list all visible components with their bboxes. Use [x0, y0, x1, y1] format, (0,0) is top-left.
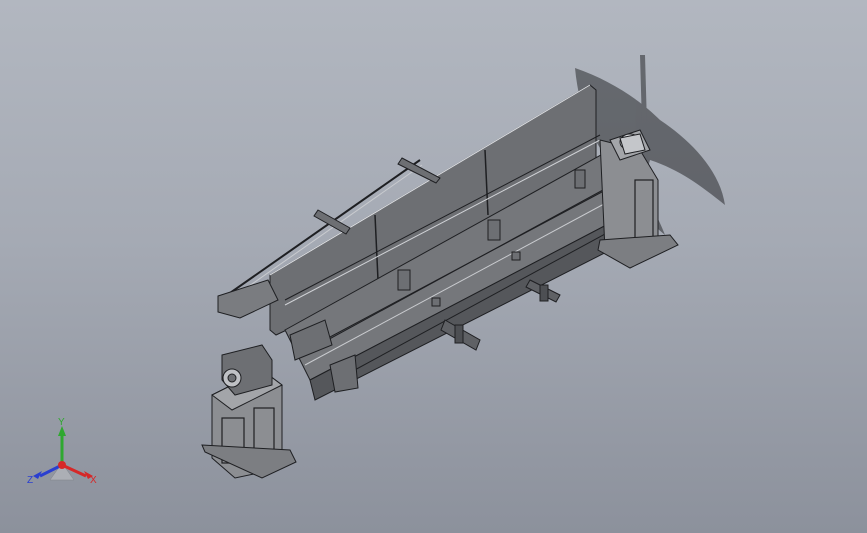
x-axis-label: X — [90, 475, 97, 486]
left-stand — [201, 344, 297, 479]
cad-model[interactable] — [0, 0, 867, 533]
y-axis-label: Y — [58, 417, 65, 428]
triad-graphic — [33, 426, 93, 481]
coordinate-triad: Y X Z — [22, 418, 112, 498]
z-axis-label: Z — [27, 475, 34, 486]
graphics-viewport[interactable]: Y X Z — [0, 0, 867, 533]
